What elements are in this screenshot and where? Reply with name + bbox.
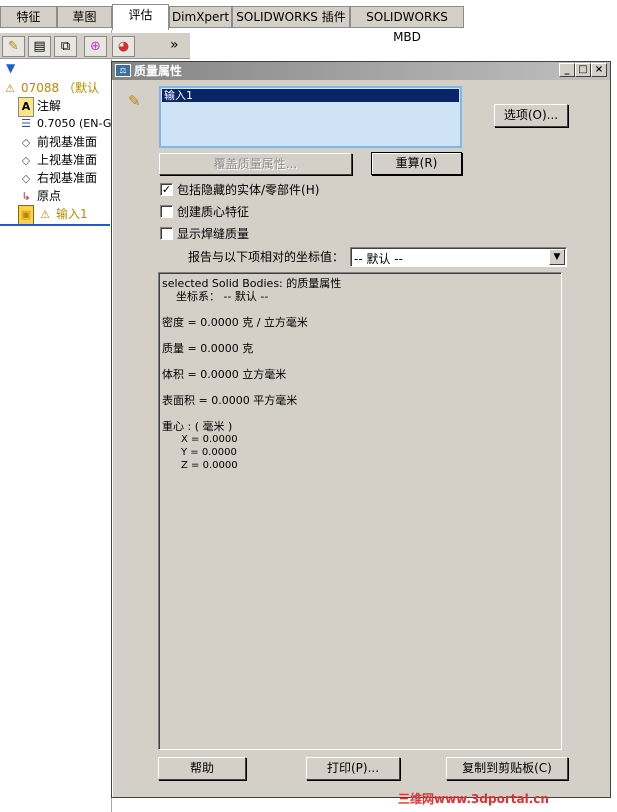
tree-item-label: 上视基准面 — [37, 153, 98, 167]
create-com-checkbox[interactable] — [160, 205, 173, 218]
results-volume: 体积 = 0.0000 立方毫米 — [162, 368, 287, 381]
tree-item-part[interactable]: ⚠ 07088 （默认 — [2, 79, 99, 97]
show-weld-mass-checkbox[interactable] — [160, 227, 173, 240]
show-weld-mass-label: 显示焊缝质量 — [177, 227, 250, 241]
plane-icon: ◇ — [21, 154, 31, 167]
recalculate-button[interactable]: 重算(R) — [371, 152, 462, 175]
minimize-button[interactable]: _ — [559, 63, 575, 77]
tab-features[interactable]: 特征 — [0, 6, 57, 28]
tree-item-label: 07088 （默认 — [21, 81, 99, 95]
results-header: selected Solid Bodies: 的质量属性 — [162, 277, 342, 290]
feature-manager-toolbar: ✎ ▤ ⧉ ⊕ ◕ » — [0, 33, 190, 59]
results-mass: 质量 = 0.0000 克 — [162, 342, 254, 355]
selection-list[interactable]: 输入1 — [159, 86, 462, 148]
tree-item-label: 前视基准面 — [37, 135, 98, 149]
feature-tree-icon[interactable]: ✎ — [2, 36, 25, 57]
origin-icon: ↳ — [21, 190, 31, 203]
copy-to-clipboard-button[interactable]: 复制到剪贴板(C) — [446, 757, 568, 780]
results-com-y: Y = 0.0000 — [181, 447, 237, 458]
tree-item-origin[interactable]: ↳ 原点 — [18, 187, 61, 205]
site-watermark: 三维网www.3dportal.cn — [398, 792, 549, 806]
rollback-bar[interactable] — [0, 224, 110, 226]
close-button[interactable]: × — [591, 63, 607, 77]
coordinate-system-label: 报告与以下项相对的坐标值： — [188, 250, 345, 264]
maximize-button[interactable]: □ — [575, 63, 591, 77]
configuration-manager-icon[interactable]: ⧉ — [54, 36, 77, 57]
plane-icon: ◇ — [21, 136, 31, 149]
tab-solidworks-addins[interactable]: SOLIDWORKS 插件 — [232, 6, 350, 28]
warning-icon: ⚠ — [40, 208, 50, 221]
display-manager-icon[interactable]: ◕ — [112, 36, 135, 57]
include-hidden-label: 包括隐藏的实体/零部件(H) — [177, 183, 320, 197]
selection-list-item[interactable]: 输入1 — [162, 89, 459, 102]
results-center-of-mass-title: 重心 : ( 毫米 ) — [162, 420, 233, 433]
tree-item-label: 输入1 — [56, 207, 88, 221]
selection-icon: ✎ — [128, 92, 141, 110]
tree-item-right-plane[interactable]: ◇ 右视基准面 — [18, 169, 97, 187]
tree-item-annotations[interactable]: A 注解 — [18, 97, 62, 117]
import-feature-icon: ▣ — [18, 205, 34, 225]
tab-solidworks-mbd[interactable]: SOLIDWORKS MBD — [350, 6, 464, 44]
dialog-title-bar[interactable]: ⚖ 质量属性 _ □ × — [112, 62, 610, 80]
override-mass-properties-button[interactable]: 覆盖质量属性... — [159, 153, 352, 175]
property-manager-icon[interactable]: ▤ — [28, 36, 51, 57]
tree-item-label: 0.7050 (EN-G — [37, 117, 112, 130]
material-icon: ☰ — [21, 117, 31, 130]
results-coordinate-system: 坐标系： -- 默认 -- — [176, 290, 269, 303]
tree-item-front-plane[interactable]: ◇ 前视基准面 — [18, 133, 97, 151]
tab-dimxpert[interactable]: DimXpert — [169, 6, 232, 28]
annotation-icon: A — [18, 97, 34, 117]
coordinate-system-select[interactable]: -- 默认 -- ▼ — [350, 247, 567, 267]
tree-item-top-plane[interactable]: ◇ 上视基准面 — [18, 151, 97, 169]
print-button[interactable]: 打印(P)... — [306, 757, 400, 780]
more-tabs-chevron-icon[interactable]: » — [170, 38, 179, 52]
tree-item-label: 原点 — [37, 189, 62, 203]
tree-item-label: 注解 — [37, 99, 62, 113]
results-density: 密度 = 0.0000 克 / 立方毫米 — [162, 316, 308, 329]
filter-icon[interactable]: ▼ — [6, 61, 15, 75]
dimxpert-manager-icon[interactable]: ⊕ — [84, 36, 107, 57]
results-com-x: X = 0.0000 — [181, 434, 238, 445]
options-button[interactable]: 选项(O)... — [494, 104, 568, 127]
help-button[interactable]: 帮助 — [158, 757, 246, 780]
chevron-down-icon[interactable]: ▼ — [549, 249, 565, 265]
tree-item-label: 右视基准面 — [37, 171, 98, 185]
mass-properties-icon: ⚖ — [115, 64, 131, 77]
results-surface-area: 表面积 = 0.0000 平方毫米 — [162, 394, 298, 407]
plane-icon: ◇ — [21, 172, 31, 185]
tab-sketch[interactable]: 草图 — [57, 6, 112, 28]
coordinate-system-value: -- 默认 -- — [354, 252, 403, 266]
tab-evaluate[interactable]: 评估 — [112, 4, 169, 30]
part-warning-icon: ⚠ — [5, 82, 15, 95]
dialog-title: 质量属性 — [134, 64, 183, 78]
tree-item-material[interactable]: ☰ 0.7050 (EN-G — [18, 115, 111, 133]
results-textarea[interactable]: selected Solid Bodies: 的质量属性 坐标系： -- 默认 … — [158, 272, 562, 750]
results-com-z: Z = 0.0000 — [181, 460, 238, 471]
include-hidden-checkbox[interactable]: ✓ — [160, 183, 173, 196]
command-manager-tabs: 特征 草图 评估 DimXpert SOLIDWORKS 插件 SOLIDWOR… — [0, 0, 617, 44]
tree-item-import1[interactable]: ▣ ⚠ 输入1 — [18, 205, 88, 225]
create-com-label: 创建质心特征 — [177, 205, 250, 219]
